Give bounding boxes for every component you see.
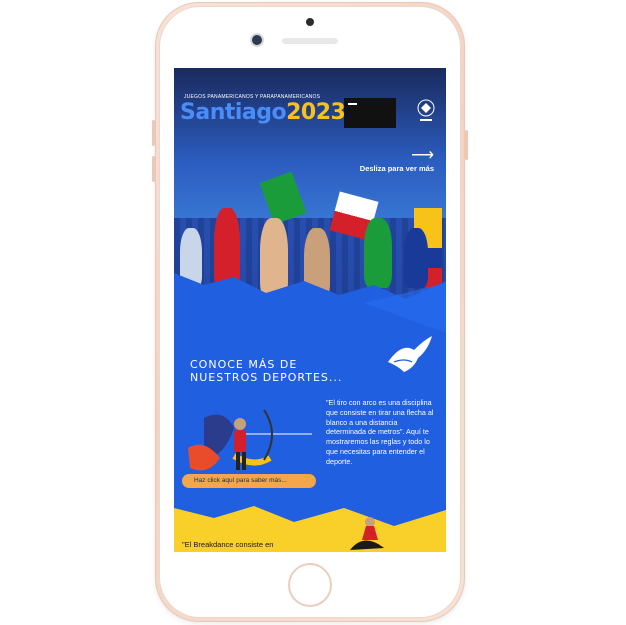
brazil-flag-image [259,171,307,225]
seal-icon [414,98,438,126]
arrow-right-icon[interactable]: ⟶ [411,148,434,164]
section-title: CONOCE MÁS DE NUESTROS DEPORTES... [190,358,342,384]
screen[interactable]: JUEGOS PANAMERICANOS Y PARAPANAMERICANOS… [174,68,446,552]
front-camera-icon [252,35,262,45]
volume-down-button [152,156,155,182]
section-title-line2: NUESTROS DEPORTES... [190,371,343,384]
breakdance-teaser: "El Breakdance consiste en [182,540,274,549]
earpiece [282,38,338,44]
archery-illustration [184,398,314,476]
home-button[interactable] [288,563,332,607]
logo-word-right: 2023 [286,100,346,125]
archery-description: "El tiro con arco es una disciplina que … [326,398,434,466]
government-logo [344,98,396,128]
swipe-hint: Desliza para ver más [359,164,434,173]
power-button [465,130,468,160]
proximity-sensor [306,18,314,26]
learn-more-button[interactable]: Haz click aquí para saber más... [182,474,316,488]
santiago-2023-logo: Santiago2023 [180,100,346,125]
wave-divider [174,273,446,343]
logo-word-left: Santiago [180,100,287,125]
breakdance-dancer-image [344,512,392,552]
volume-up-button [152,120,155,146]
condor-icon [388,336,432,372]
section-title-line1: CONOCE MÁS DE [190,358,298,371]
